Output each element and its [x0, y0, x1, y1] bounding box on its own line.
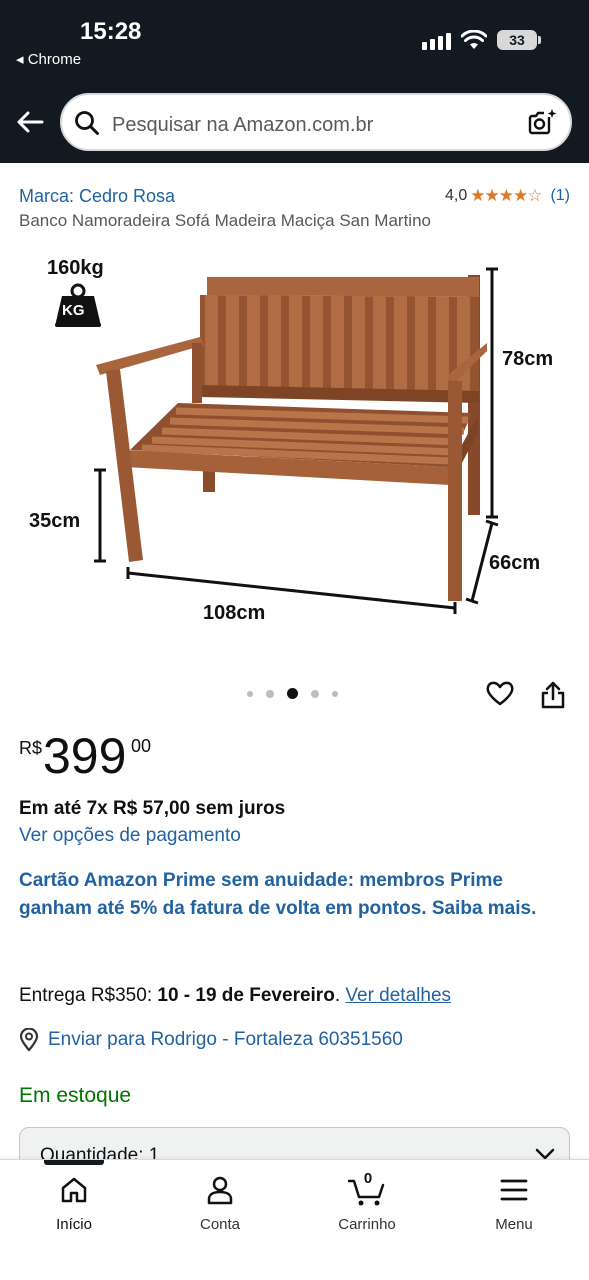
- delivery-details-link[interactable]: Ver detalhes: [345, 985, 451, 1006]
- home-icon: [61, 1177, 87, 1203]
- cellular-signal-icon: [422, 30, 451, 50]
- delivery-prefix: Entrega R$350:: [19, 985, 158, 1006]
- seat-height-label: 35cm: [29, 510, 81, 532]
- location-pin-icon: [19, 1028, 39, 1052]
- ship-to-address[interactable]: Enviar para Rodrigo - Fortaleza 60351560: [19, 1028, 403, 1052]
- top-header: 15:28 ◂ Chrome 33 Pesquisar na Amazon.co…: [0, 0, 589, 163]
- back-arrow-icon[interactable]: [14, 106, 46, 138]
- amazon-product-page: 15:28 ◂ Chrome 33 Pesquisar na Amazon.co…: [0, 0, 589, 1280]
- image-carousel-dots[interactable]: [247, 688, 338, 699]
- status-time: 15:28: [80, 18, 142, 45]
- nav-account[interactable]: Conta: [170, 1172, 270, 1233]
- weight-icon-label: KG: [62, 302, 85, 319]
- payment-options-link[interactable]: Ver opções de pagamento: [19, 825, 241, 847]
- installments-text: Em até 7x R$ 57,00 sem juros: [19, 798, 286, 819]
- carousel-dot[interactable]: [266, 689, 274, 698]
- cart-count-badge: 0: [363, 1170, 373, 1187]
- search-icon: [75, 111, 99, 135]
- camera-search-icon[interactable]: [526, 106, 558, 138]
- share-icon[interactable]: [540, 680, 566, 710]
- bench-illustration: [55, 267, 499, 614]
- nav-home-label: Início: [56, 1216, 92, 1233]
- carousel-dot[interactable]: [311, 689, 319, 698]
- carousel-dot[interactable]: [332, 690, 338, 697]
- price-cents: 00: [131, 736, 152, 756]
- nav-home[interactable]: Início: [24, 1172, 124, 1233]
- weight-label: 160kg: [47, 257, 104, 279]
- nav-account-label: Conta: [199, 1216, 241, 1233]
- carousel-dot[interactable]: [247, 690, 253, 697]
- delivery-sep: .: [334, 985, 346, 1006]
- brand-link[interactable]: Marca: Cedro Rosa: [19, 186, 175, 207]
- star-rating-icon: ★★★★☆: [470, 186, 542, 205]
- width-label: 108cm: [203, 602, 266, 624]
- rating-summary[interactable]: 4,0 ★★★★☆ (1): [445, 186, 570, 206]
- status-icons: 33: [422, 30, 541, 50]
- height-label: 78cm: [502, 348, 554, 370]
- delivery-dates: 10 - 19 de Fevereiro: [157, 985, 335, 1006]
- wifi-icon: [461, 30, 487, 49]
- depth-label: 66cm: [489, 552, 541, 574]
- price-integer: 399: [43, 728, 127, 784]
- rating-count-link[interactable]: (1): [550, 187, 570, 205]
- ship-to-text[interactable]: Enviar para Rodrigo - Fortaleza 60351560: [48, 1029, 403, 1051]
- product-image[interactable]: 160kg KG 78cm 35cm 66cm 108cm: [0, 245, 589, 665]
- back-to-app-link[interactable]: ◂ Chrome: [16, 50, 81, 68]
- search-bar[interactable]: Pesquisar na Amazon.com.br: [60, 93, 572, 151]
- rating-value: 4,0: [444, 187, 468, 204]
- nav-cart-label: Carrinho: [338, 1216, 396, 1233]
- user-icon: [207, 1176, 233, 1205]
- bottom-navigation: Início Conta 0 Carrinho Menu: [0, 1159, 589, 1280]
- product-title: Banco Namoradeira Sofá Madeira Maciça Sa…: [19, 211, 431, 230]
- menu-icon: [500, 1179, 528, 1201]
- nav-menu[interactable]: Menu: [464, 1172, 564, 1233]
- stock-status: Em estoque: [19, 1084, 132, 1107]
- nav-cart[interactable]: 0 Carrinho: [317, 1170, 417, 1233]
- carousel-dot-active[interactable]: [287, 688, 298, 699]
- nav-menu-label: Menu: [495, 1216, 533, 1233]
- battery-icon: 33: [497, 30, 541, 50]
- active-tab-indicator: [44, 1160, 104, 1165]
- heart-icon[interactable]: [485, 678, 515, 708]
- price-currency: R$: [19, 738, 43, 758]
- search-input[interactable]: Pesquisar na Amazon.com.br: [112, 114, 373, 137]
- prime-card-promo-link[interactable]: Cartão Amazon Prime sem anuidade: membro…: [19, 867, 569, 923]
- delivery-info: Entrega R$350: 10 - 19 de Fevereiro. Ver…: [19, 985, 451, 1007]
